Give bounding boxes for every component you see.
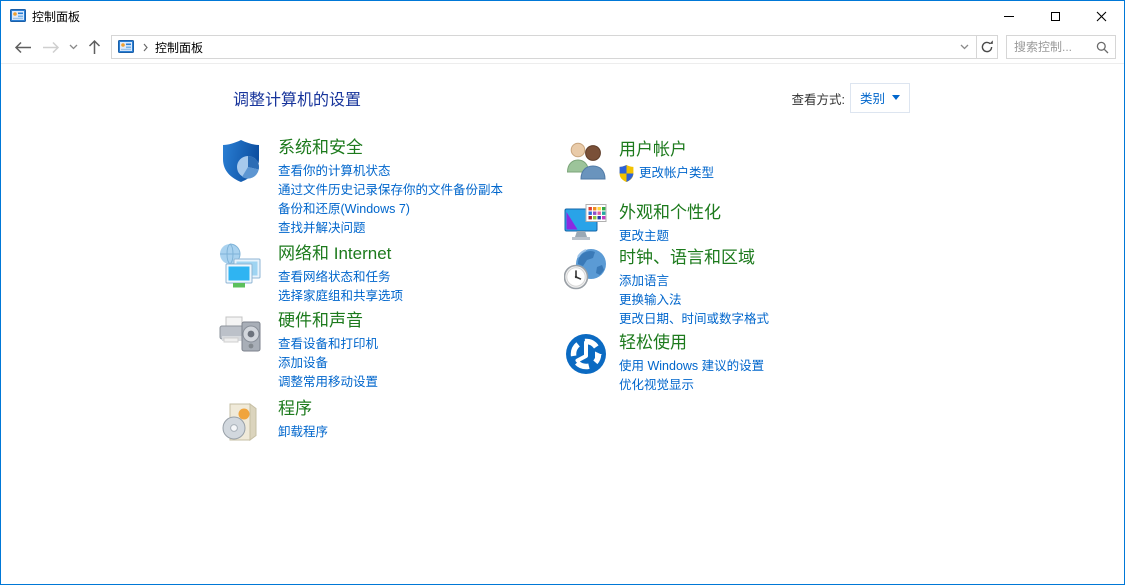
category-title-link[interactable]: 时钟、语言和区域 — [619, 247, 769, 268]
forward-button[interactable] — [37, 33, 65, 61]
category-network-internet: 网络和 Internet 查看网络状态和任务 选择家庭组和共享选项 — [217, 243, 403, 306]
up-icon — [88, 39, 100, 54]
breadcrumb-chevron-icon[interactable] — [143, 43, 148, 52]
close-icon — [1096, 11, 1106, 21]
maximize-button[interactable] — [1032, 1, 1078, 31]
category-programs: 程序 卸载程序 — [217, 398, 328, 446]
uac-shield-icon — [619, 165, 634, 182]
ease-of-access-icon[interactable] — [564, 332, 608, 376]
category-title-link[interactable]: 系统和安全 — [278, 137, 503, 158]
address-bar[interactable]: 控制面板 — [111, 35, 977, 59]
task-link: 使用 Windows 建议的设置 — [619, 359, 765, 373]
chevron-down-icon — [892, 95, 900, 100]
hardware-sound-icon[interactable] — [217, 310, 265, 358]
view-by-label: 查看方式: — [791, 92, 845, 107]
view-by-dropdown[interactable]: 类别 — [849, 83, 910, 113]
breadcrumb[interactable]: 控制面板 — [155, 39, 203, 56]
task-link[interactable]: 更改帐户类型 — [619, 164, 714, 183]
category-title-link[interactable]: 轻松使用 — [619, 332, 764, 353]
task-link: 查看网络状态和任务 — [278, 270, 391, 284]
history-chevron-icon — [69, 44, 77, 50]
navigation-bar: 控制面板 — [1, 31, 1124, 64]
task-link: 查看你的计算机状态 — [278, 164, 391, 178]
category-title-link[interactable]: 用户帐户 — [619, 139, 714, 160]
task-link: 查找并解决问题 — [278, 221, 366, 235]
address-dropdown-icon — [960, 44, 968, 50]
view-by: 查看方式: 类别 — [791, 83, 910, 113]
page-title: 调整计算机的设置 — [233, 92, 362, 109]
category-title-link[interactable]: 网络和 Internet — [278, 243, 403, 264]
task-link: 调整常用移动设置 — [278, 375, 379, 389]
window-controls — [986, 1, 1124, 31]
back-icon — [14, 41, 31, 53]
task-link: 添加设备 — [278, 356, 329, 370]
task-link: 更改日期、时间或数字格式 — [619, 312, 770, 326]
task-link: 备份和还原(Windows 7) — [278, 202, 410, 216]
task-link: 优化视觉显示 — [619, 378, 695, 392]
recent-pages-button[interactable] — [65, 33, 81, 61]
address-bar-group: 控制面板 — [111, 35, 998, 59]
category-title-link[interactable]: 硬件和声音 — [278, 310, 378, 331]
forward-icon — [43, 41, 60, 53]
category-hardware-sound: 硬件和声音 查看设备和打印机 添加设备 调整常用移动设置 — [217, 310, 378, 392]
address-dropdown-button[interactable] — [954, 36, 974, 58]
control-panel-icon — [10, 8, 26, 24]
task-link: 添加语言 — [619, 274, 670, 288]
up-button[interactable] — [81, 33, 107, 61]
clock-region-icon[interactable] — [563, 247, 608, 291]
task-link: 更换输入法 — [619, 293, 682, 307]
category-clock-language-region: 时钟、语言和区域 添加语言 更换输入法 更改日期、时间或数字格式 — [563, 247, 770, 329]
search-box — [1006, 35, 1116, 59]
refresh-button[interactable] — [976, 35, 998, 59]
minimize-icon — [1004, 15, 1014, 17]
titlebar: 控制面板 — [1, 1, 1124, 31]
refresh-icon — [981, 40, 993, 53]
task-link: 查看设备和打印机 — [278, 337, 379, 351]
network-icon[interactable] — [217, 243, 265, 291]
control-panel-icon — [118, 39, 134, 55]
close-button[interactable] — [1078, 1, 1124, 31]
category-system-security: 系统和安全 查看你的计算机状态 通过文件历史记录保存你的文件备份副本 备份和还原… — [217, 137, 503, 238]
user-accounts-icon[interactable] — [564, 139, 608, 183]
appearance-icon[interactable] — [564, 202, 608, 246]
task-link: 卸载程序 — [278, 425, 329, 439]
category-appearance: 外观和个性化 更改主题 — [564, 202, 721, 246]
maximize-icon — [1050, 11, 1060, 21]
back-button[interactable] — [9, 33, 37, 61]
security-shield-icon[interactable] — [217, 137, 265, 185]
control-panel-window: 控制面板 控制面板 搜索控制... 调整计算机的设置 查看方式: 类别 系统和安… — [0, 0, 1125, 585]
category-title-link[interactable]: 程序 — [278, 398, 328, 419]
programs-icon[interactable] — [217, 398, 265, 446]
minimize-button[interactable] — [986, 1, 1032, 31]
search-icon[interactable] — [1096, 41, 1109, 54]
category-user-accounts: 用户帐户 更改帐户类型 — [564, 139, 714, 183]
task-link: 更改主题 — [619, 229, 670, 243]
control-panel-home: 调整计算机的设置 查看方式: 类别 系统和安全 查看你的计算机状态 通过文件历史… — [1, 64, 1124, 584]
window-title: 控制面板 — [32, 9, 81, 24]
task-link: 通过文件历史记录保存你的文件备份副本 — [278, 183, 504, 197]
view-by-value: 类别 — [859, 92, 885, 106]
search-input[interactable] — [1007, 40, 1094, 54]
category-title-link[interactable]: 外观和个性化 — [619, 202, 721, 223]
category-ease-of-access: 轻松使用 使用 Windows 建议的设置 优化视觉显示 — [564, 332, 764, 395]
task-link: 选择家庭组和共享选项 — [278, 289, 404, 303]
